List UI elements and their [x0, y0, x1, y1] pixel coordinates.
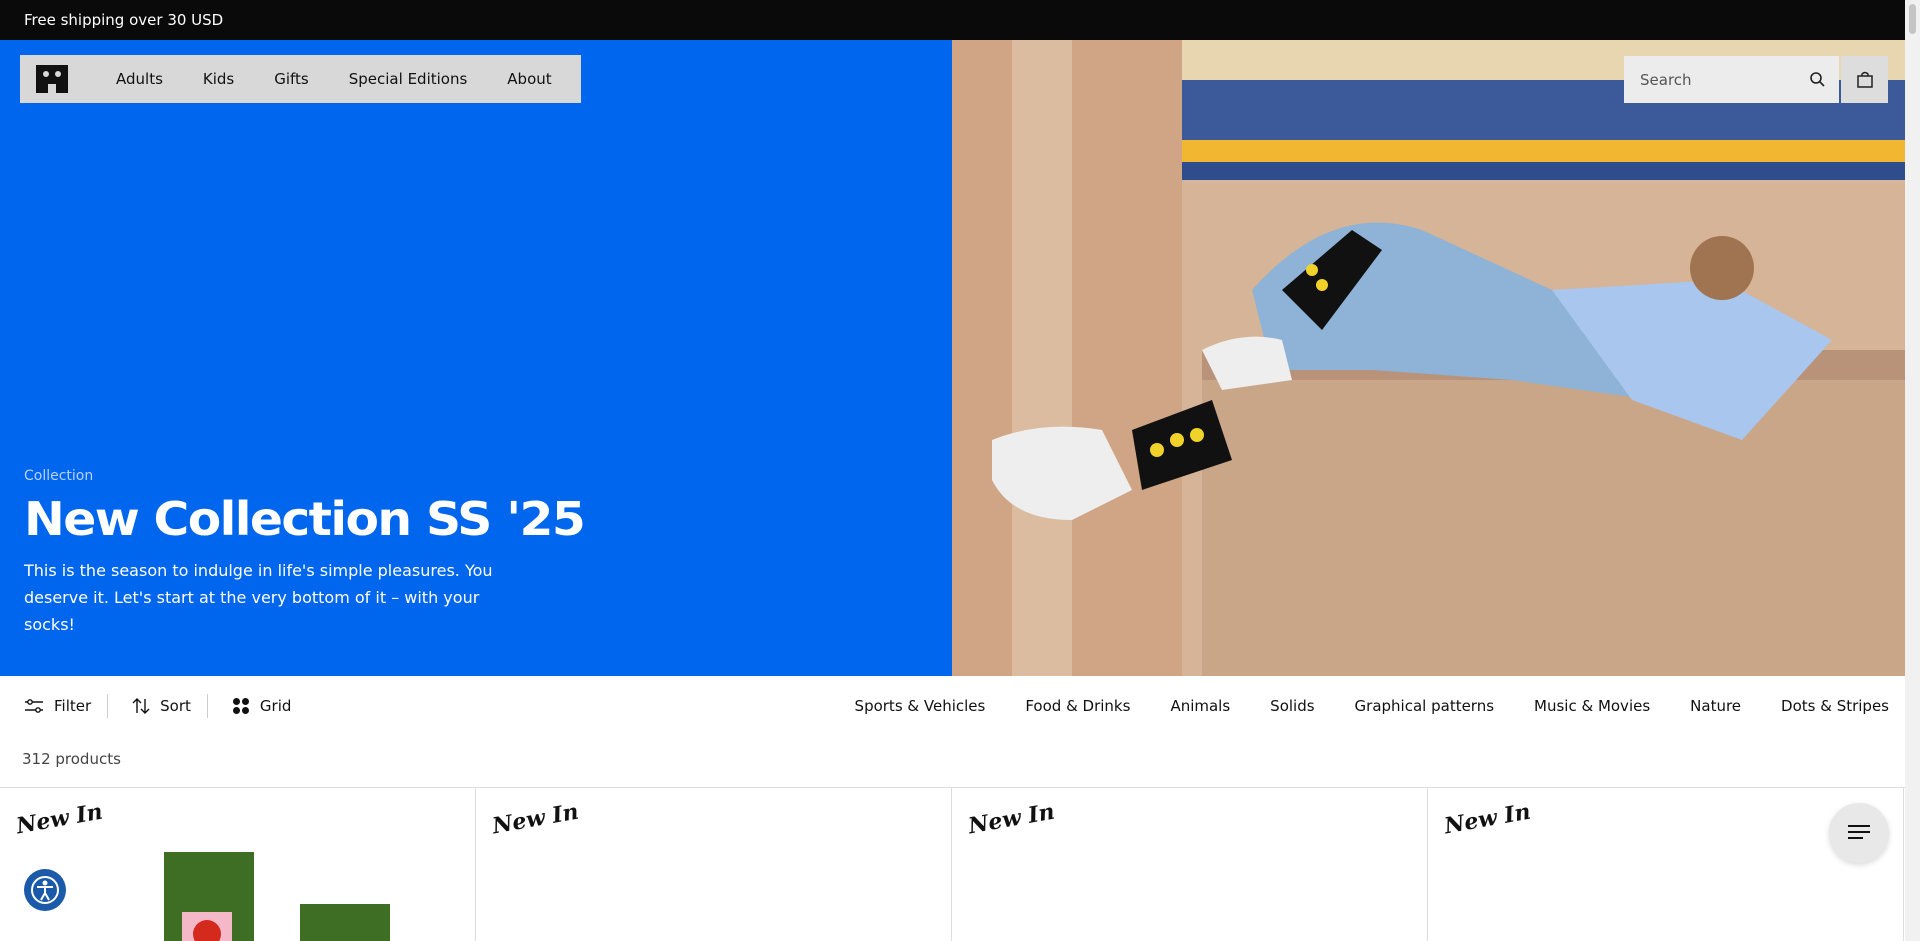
hero-title: New Collection SS '25 — [24, 492, 586, 546]
product-count: 312 products — [22, 750, 121, 768]
toolbar-divider — [107, 694, 109, 718]
category-dots-stripes[interactable]: Dots & Stripes — [1781, 697, 1889, 715]
hero-text-panel: Adults Kids Gifts Special Editions About… — [0, 40, 952, 676]
hero-banner: Adults Kids Gifts Special Editions About… — [0, 40, 1905, 676]
search-placeholder: Search — [1640, 70, 1692, 89]
new-in-badge: New In — [966, 798, 1057, 840]
category-filters: Sports & Vehicles Food & Drinks Animals … — [815, 676, 1889, 736]
page-scrollbar[interactable] — [1905, 0, 1920, 941]
new-in-badge: New In — [490, 798, 581, 840]
product-card[interactable]: New In — [476, 788, 952, 941]
hero-image — [952, 40, 1905, 676]
grid-icon — [232, 698, 249, 714]
chat-widget-button[interactable] — [1829, 803, 1889, 863]
filter-button[interactable]: Filter — [24, 697, 91, 715]
sort-label: Sort — [160, 697, 191, 715]
product-card[interactable]: New In — [952, 788, 1428, 941]
hero-photo-illustration — [952, 40, 1905, 676]
announcement-bar: Free shipping over 30 USD — [0, 0, 1920, 40]
nav-item-adults[interactable]: Adults — [116, 70, 163, 88]
category-sports-vehicles[interactable]: Sports & Vehicles — [855, 697, 986, 715]
new-in-badge: New In — [14, 798, 105, 840]
nav-item-kids[interactable]: Kids — [203, 70, 234, 88]
product-image — [164, 852, 390, 941]
sort-button[interactable]: Sort — [132, 697, 191, 715]
category-animals[interactable]: Animals — [1170, 697, 1230, 715]
nav-item-special-editions[interactable]: Special Editions — [349, 70, 468, 88]
category-food-drinks[interactable]: Food & Drinks — [1025, 697, 1130, 715]
hero-copy: Collection New Collection SS '25 This is… — [24, 468, 586, 638]
grid-toggle-button[interactable]: Grid — [232, 697, 291, 715]
sliders-icon — [25, 699, 43, 713]
category-music-movies[interactable]: Music & Movies — [1534, 697, 1650, 715]
new-in-badge: New In — [1442, 798, 1533, 840]
product-card[interactable]: New In — [1428, 788, 1904, 941]
accessibility-button[interactable] — [24, 869, 66, 911]
cart-button[interactable] — [1841, 56, 1888, 103]
announcement-text: Free shipping over 30 USD — [24, 11, 224, 29]
category-graphical-patterns[interactable]: Graphical patterns — [1355, 697, 1494, 715]
toolbar-divider — [206, 694, 208, 718]
search-input[interactable]: Search — [1624, 56, 1839, 103]
category-nature[interactable]: Nature — [1690, 697, 1741, 715]
main-nav: Adults Kids Gifts Special Editions About — [20, 55, 581, 103]
category-solids[interactable]: Solids — [1270, 697, 1314, 715]
brand-logo[interactable] — [36, 65, 68, 93]
accessibility-icon — [31, 876, 59, 904]
nav-item-about[interactable]: About — [507, 70, 551, 88]
product-grid: New In New In New In New In — [0, 788, 1905, 941]
search-icon[interactable] — [1809, 71, 1825, 87]
sort-arrows-icon — [132, 698, 150, 714]
header-actions: Search — [1624, 56, 1888, 103]
nav-item-gifts[interactable]: Gifts — [274, 70, 309, 88]
filter-label: Filter — [54, 697, 92, 715]
grid-label: Grid — [259, 697, 292, 715]
collection-toolbar: Filter Sort Grid Sports & Vehicles Food … — [0, 676, 1905, 736]
hero-eyebrow: Collection — [24, 468, 94, 484]
menu-lines-icon — [1848, 825, 1870, 839]
product-card[interactable]: New In — [0, 788, 476, 941]
hero-description: This is the season to indulge in life's … — [24, 560, 493, 634]
shopping-bag-icon — [1856, 71, 1873, 88]
